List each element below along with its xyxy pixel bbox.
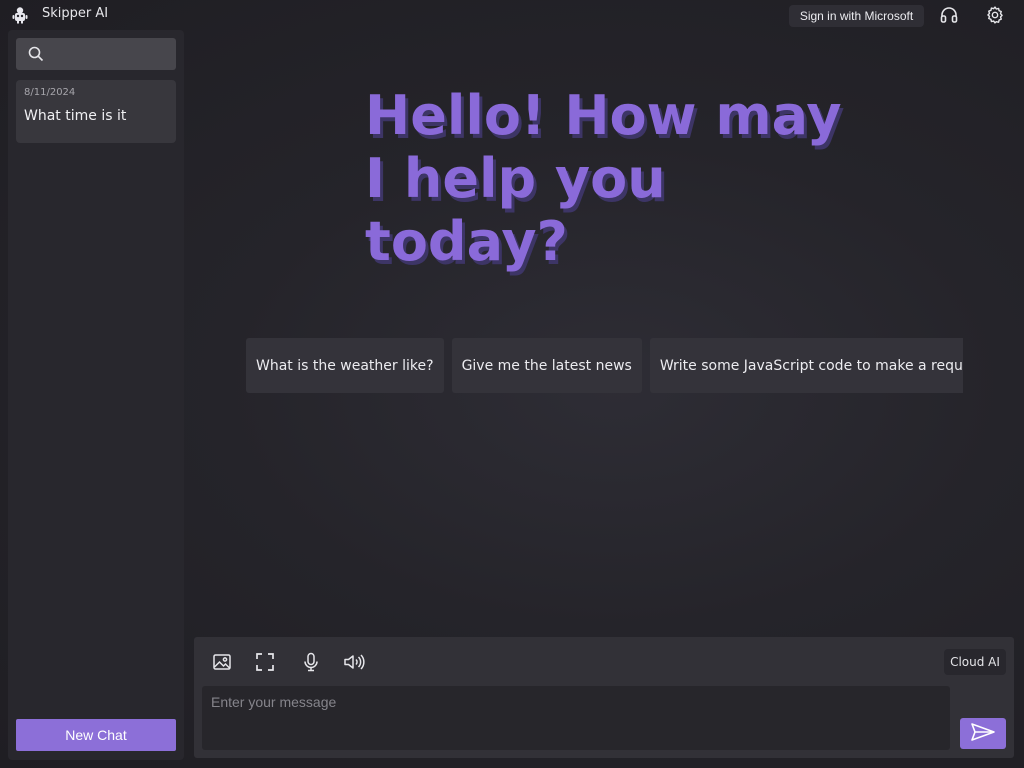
send-icon	[970, 722, 996, 746]
sidebar: 8/11/2024 What time is it New Chat	[8, 30, 184, 760]
greeting-line: today?	[365, 210, 568, 273]
send-button[interactable]	[960, 718, 1006, 749]
new-chat-button[interactable]: New Chat	[16, 719, 176, 751]
suggestion-chip[interactable]: Give me the latest news	[451, 338, 642, 393]
gear-icon[interactable]	[984, 4, 1006, 26]
search-box[interactable]	[16, 38, 176, 70]
suggestion-list: What is the weather like? Give me the la…	[246, 338, 963, 393]
screenshot-icon[interactable]	[253, 650, 277, 674]
headset-icon[interactable]	[938, 4, 960, 26]
message-composer: Cloud AI	[194, 637, 1014, 758]
sign-in-microsoft-button[interactable]: Sign in with Microsoft	[789, 5, 924, 27]
suggestion-chip[interactable]: Write some JavaScript code to make a req…	[649, 338, 963, 393]
suggestion-chip[interactable]: What is the weather like?	[246, 338, 444, 393]
microphone-icon[interactable]	[299, 650, 323, 674]
message-input[interactable]	[202, 686, 950, 750]
search-input[interactable]	[52, 42, 170, 66]
ai-mode-toggle[interactable]: Cloud AI	[944, 649, 1006, 675]
greeting-heading: Hello! How may I help you today?	[365, 84, 865, 273]
robot-icon	[11, 6, 29, 24]
app-title: Skipper AI	[42, 6, 109, 21]
chat-title: What time is it	[24, 108, 127, 124]
chat-date: 8/11/2024	[24, 87, 76, 98]
greeting-line: I help you	[365, 147, 666, 210]
image-icon[interactable]	[210, 650, 234, 674]
title-bar: Skipper AI Sign in with Microsoft	[0, 0, 1024, 30]
chat-history-item[interactable]: 8/11/2024 What time is it	[16, 80, 176, 143]
speaker-icon[interactable]	[342, 650, 366, 674]
search-icon	[28, 46, 44, 66]
greeting-line: Hello! How may	[365, 84, 842, 147]
